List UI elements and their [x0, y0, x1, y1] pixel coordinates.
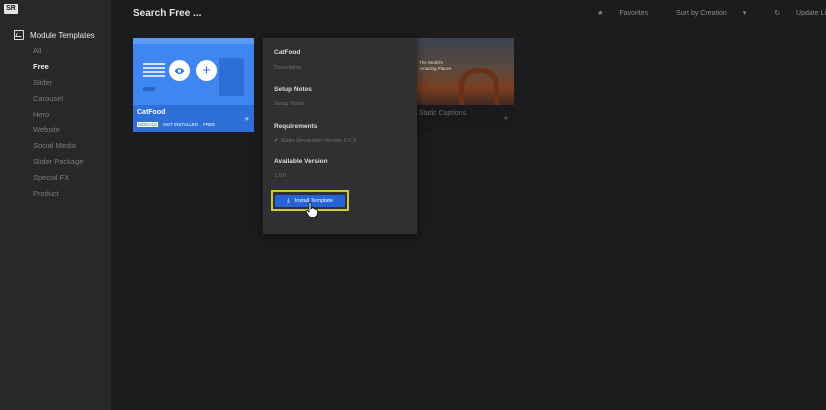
sidebar-item-all[interactable]: All — [33, 43, 83, 59]
add-template-button[interactable]: + — [196, 60, 217, 81]
sidebar-item-slider-package[interactable]: Slider Package — [33, 154, 83, 170]
available-version-label: Available Version — [274, 158, 328, 165]
sidebar-item-product[interactable]: Product — [33, 186, 83, 202]
available-version-value: 1.0.0 — [274, 173, 287, 179]
arch-rock-image — [459, 68, 499, 105]
main-area: Search Free ... ★ Favorites Sort by Crea… — [111, 0, 826, 410]
favorite-star-icon[interactable]: ★ — [244, 115, 250, 123]
template-card-static-captions[interactable]: The World's Amazing Places Static Captio… — [417, 38, 514, 132]
template-details-popup: CatFood Description Setup Notes Setup No… — [263, 38, 417, 234]
download-icon: ⤓ — [287, 197, 290, 204]
hand-cursor-icon — [305, 202, 318, 218]
requirement-item: ✔ Slider Revolution Version 5.0.3 — [274, 138, 356, 144]
template-card-catfood[interactable]: + CatFood MODULE NOT INSTALLED FREE ★ — [133, 38, 254, 132]
sidebar-item-slider[interactable]: Slider — [33, 75, 83, 91]
refresh-icon: ↻ — [774, 10, 783, 17]
tag-free: FREE — [203, 122, 216, 127]
card-tags: MODULE NOT INSTALLED FREE — [137, 122, 220, 127]
app-logo: SR — [4, 4, 18, 14]
card-thumbnail: The World's Amazing Places — [417, 38, 514, 105]
preview-button[interactable] — [169, 60, 190, 81]
category-list: All Free Slider Carousel Hero Website So… — [33, 43, 83, 202]
module-templates-label: Module Templates — [30, 30, 95, 40]
sidebar-item-carousel[interactable]: Carousel — [33, 91, 83, 107]
sidebar-item-special-fx[interactable]: Special FX — [33, 170, 83, 186]
sidebar-item-social-media[interactable]: Social Media — [33, 138, 83, 154]
checkmark-icon: ✔ — [274, 138, 279, 144]
favorite-star-icon[interactable]: ★ — [503, 114, 509, 122]
tag-module: MODULE — [137, 122, 159, 127]
sidebar-item-free[interactable]: Free — [33, 59, 83, 75]
sidebar-item-website[interactable]: Website — [33, 122, 83, 138]
star-icon: ★ — [597, 10, 606, 17]
search-input[interactable]: Search Free ... — [133, 8, 201, 19]
sidebar-item-hero[interactable]: Hero — [33, 107, 83, 123]
chevron-down-icon: ▾ — [740, 10, 747, 17]
module-templates-heading[interactable]: Module Templates — [14, 30, 95, 40]
tag-not-installed: NOT INSTALLED — [163, 122, 199, 127]
setup-notes-label: Setup Notes — [274, 86, 312, 93]
sidebar: SR Module Templates All Free Slider Caro… — [0, 0, 111, 410]
card-info: CatFood MODULE NOT INSTALLED FREE ★ — [133, 105, 254, 132]
plus-icon: + — [202, 62, 211, 79]
setup-notes-value: Setup Notes — [274, 101, 305, 107]
card-title: Static Captions — [419, 110, 467, 117]
card-info: Static Captions ★ — [417, 105, 514, 132]
sort-dropdown[interactable]: Sort by Creation ▾ — [662, 9, 746, 17]
popup-title: CatFood — [274, 49, 301, 56]
templates-icon — [14, 30, 24, 40]
favorites-link[interactable]: ★ Favorites — [583, 9, 648, 17]
popup-description: Description — [274, 65, 302, 71]
card-thumbnail: + — [133, 38, 254, 105]
card-title: CatFood — [137, 109, 166, 116]
eye-icon — [174, 67, 185, 74]
top-toolbar: ★ Favorites Sort by Creation ▾ ↻ Update … — [569, 9, 826, 17]
update-library-link[interactable]: ↻ Update Li — [760, 9, 826, 17]
requirements-label: Requirements — [274, 123, 318, 130]
